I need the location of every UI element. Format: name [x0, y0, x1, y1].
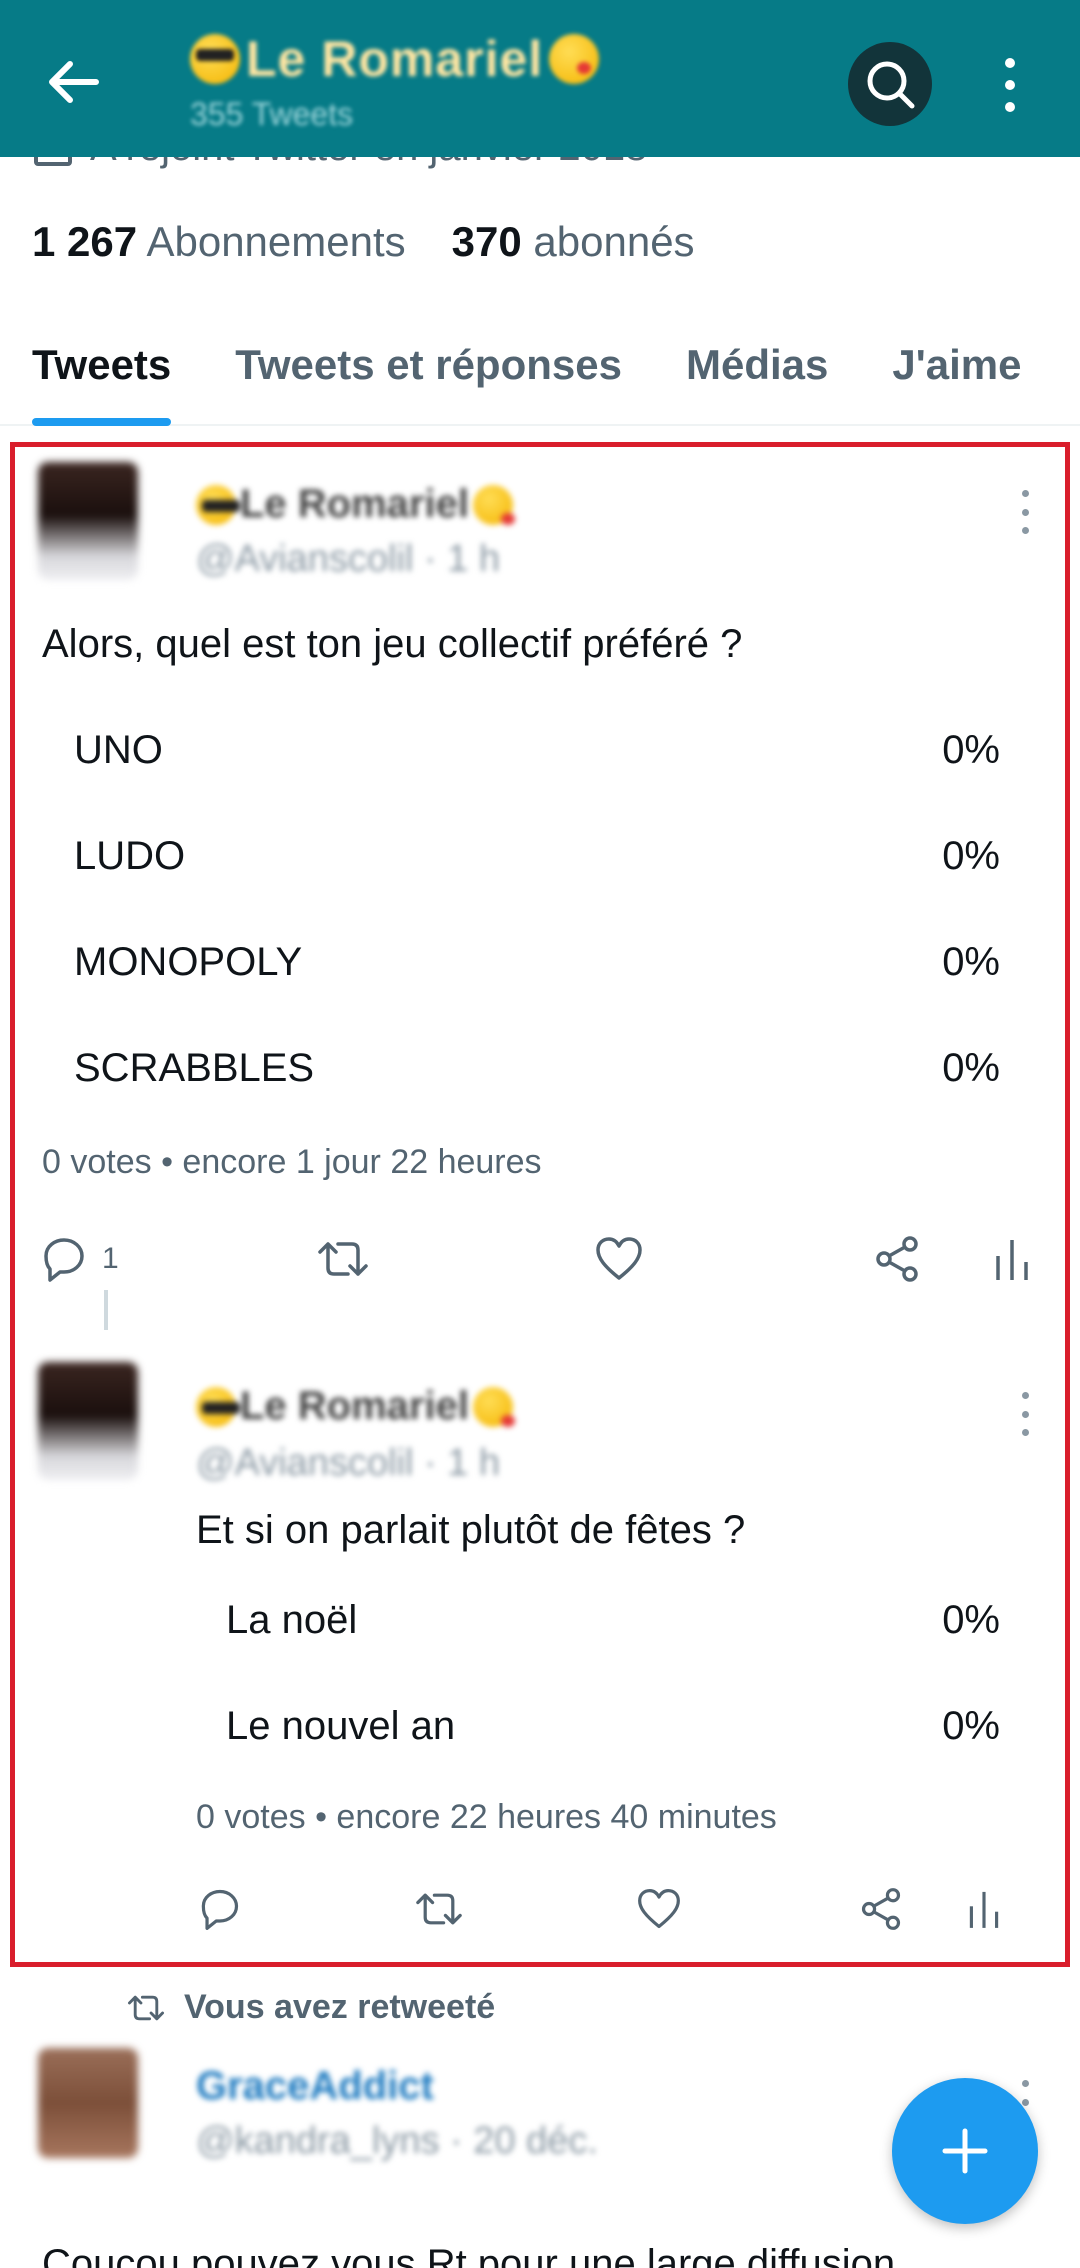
poll-option-label: LUDO — [74, 834, 186, 878]
share-button[interactable] — [858, 1886, 904, 1932]
analytics-icon — [996, 1240, 1028, 1280]
poll-votes-remaining: 0 votes • encore 1 jour 22 heures — [42, 1143, 542, 1181]
heart-icon — [638, 1888, 680, 1929]
share-icon — [861, 1888, 901, 1930]
poll-option-label: Le nouvel an — [226, 1704, 456, 1748]
tweet-more-icon[interactable] — [1022, 490, 1034, 534]
avatar[interactable] — [38, 462, 138, 580]
poll-option-percent: 0% — [942, 1046, 1000, 1090]
tweet-author-name[interactable]: Le Romariel — [196, 1384, 515, 1429]
tab-media[interactable]: Médias — [654, 330, 860, 426]
poll-option-percent: 0% — [942, 728, 1000, 772]
search-button[interactable] — [848, 42, 932, 126]
poll-option-percent: 0% — [942, 834, 1000, 878]
sunglasses-emoji-icon — [190, 34, 240, 84]
reply-button[interactable] — [196, 1886, 242, 1932]
retweet-icon — [128, 1995, 164, 2020]
poll-question: Alors, quel est ton jeu collectif préfér… — [42, 622, 743, 666]
poll-question: Et si on parlait plutôt de fêtes ? — [196, 1508, 746, 1552]
profile-header: Le Romariel 355 Tweets — [0, 0, 1080, 157]
poll-option-label: UNO — [74, 728, 163, 772]
retweet-icon — [416, 1893, 462, 1925]
tweet-count: 355 Tweets — [190, 96, 354, 132]
poll-option-percent: 0% — [942, 940, 1000, 984]
tweet-handle-time: @Avianscolil · 1 h — [196, 1442, 500, 1484]
tweet-actions — [0, 1886, 1080, 1936]
poll-option-label: SCRABBLES — [74, 1046, 315, 1090]
poll-option-percent: 0% — [942, 1598, 1000, 1642]
follow-stats: 1 267 Abonnements 370 abonnés — [32, 218, 695, 266]
analytics-button[interactable] — [966, 1886, 1002, 1932]
header-title: Le Romariel — [190, 30, 600, 88]
thread-connector — [104, 1290, 108, 1330]
back-arrow-icon[interactable] — [44, 52, 104, 112]
analytics-button[interactable] — [992, 1234, 1032, 1284]
poll-option-percent: 0% — [942, 1704, 1000, 1748]
avatar[interactable] — [38, 1362, 138, 1480]
tweet-author-name[interactable]: GraceAddict — [196, 2064, 434, 2109]
tab-likes[interactable]: J'aime — [860, 330, 1053, 426]
reply-icon — [44, 1238, 84, 1282]
reply-icon — [201, 1889, 239, 1930]
kiss-emoji-icon — [549, 34, 600, 84]
retweet-button[interactable] — [316, 1234, 370, 1284]
profile-tabs: Tweets Tweets et réponses Médias J'aime — [0, 330, 1080, 426]
tweet-handle-time: @Avianscolil · 1 h — [196, 538, 500, 580]
tweet-actions: 1 — [0, 1234, 1080, 1284]
like-button[interactable] — [636, 1886, 682, 1932]
compose-tweet-button[interactable] — [892, 2078, 1038, 2224]
tweet-text: Coucou pouvez vous Rt pour une large dif… — [42, 2242, 896, 2268]
retweet-icon — [318, 1242, 368, 1276]
analytics-icon — [969, 1891, 999, 1928]
tweet-handle-time: @kandra_lyns · 20 déc. — [196, 2120, 598, 2162]
share-button[interactable] — [872, 1234, 922, 1284]
header-title-text: Le Romariel — [246, 31, 544, 87]
more-options-icon[interactable] — [990, 50, 1030, 120]
like-button[interactable] — [594, 1234, 644, 1284]
tab-tweets[interactable]: Tweets — [0, 330, 203, 426]
share-icon — [876, 1236, 918, 1282]
heart-icon — [596, 1237, 642, 1280]
following-link[interactable]: 1 267 Abonnements — [32, 218, 406, 266]
tab-tweets-and-replies[interactable]: Tweets et réponses — [203, 330, 654, 426]
search-icon — [867, 61, 915, 109]
retweeted-indicator: Vous avez retweeté — [126, 1988, 495, 2027]
tweet-more-icon[interactable] — [1022, 1392, 1034, 1436]
reply-count: 1 — [102, 1242, 119, 1275]
plus-icon — [942, 2128, 988, 2174]
retweet-button[interactable] — [414, 1886, 464, 1932]
avatar[interactable] — [38, 2048, 138, 2158]
tweet-author-name[interactable]: Le Romariel — [196, 482, 515, 527]
followers-link[interactable]: 370 abonnés — [452, 218, 695, 266]
poll-option-label: La noël — [226, 1598, 358, 1642]
poll-option-label: MONOPOLY — [74, 940, 303, 984]
reply-button[interactable]: 1 — [38, 1234, 119, 1284]
poll-votes-remaining: 0 votes • encore 22 heures 40 minutes — [196, 1798, 777, 1836]
